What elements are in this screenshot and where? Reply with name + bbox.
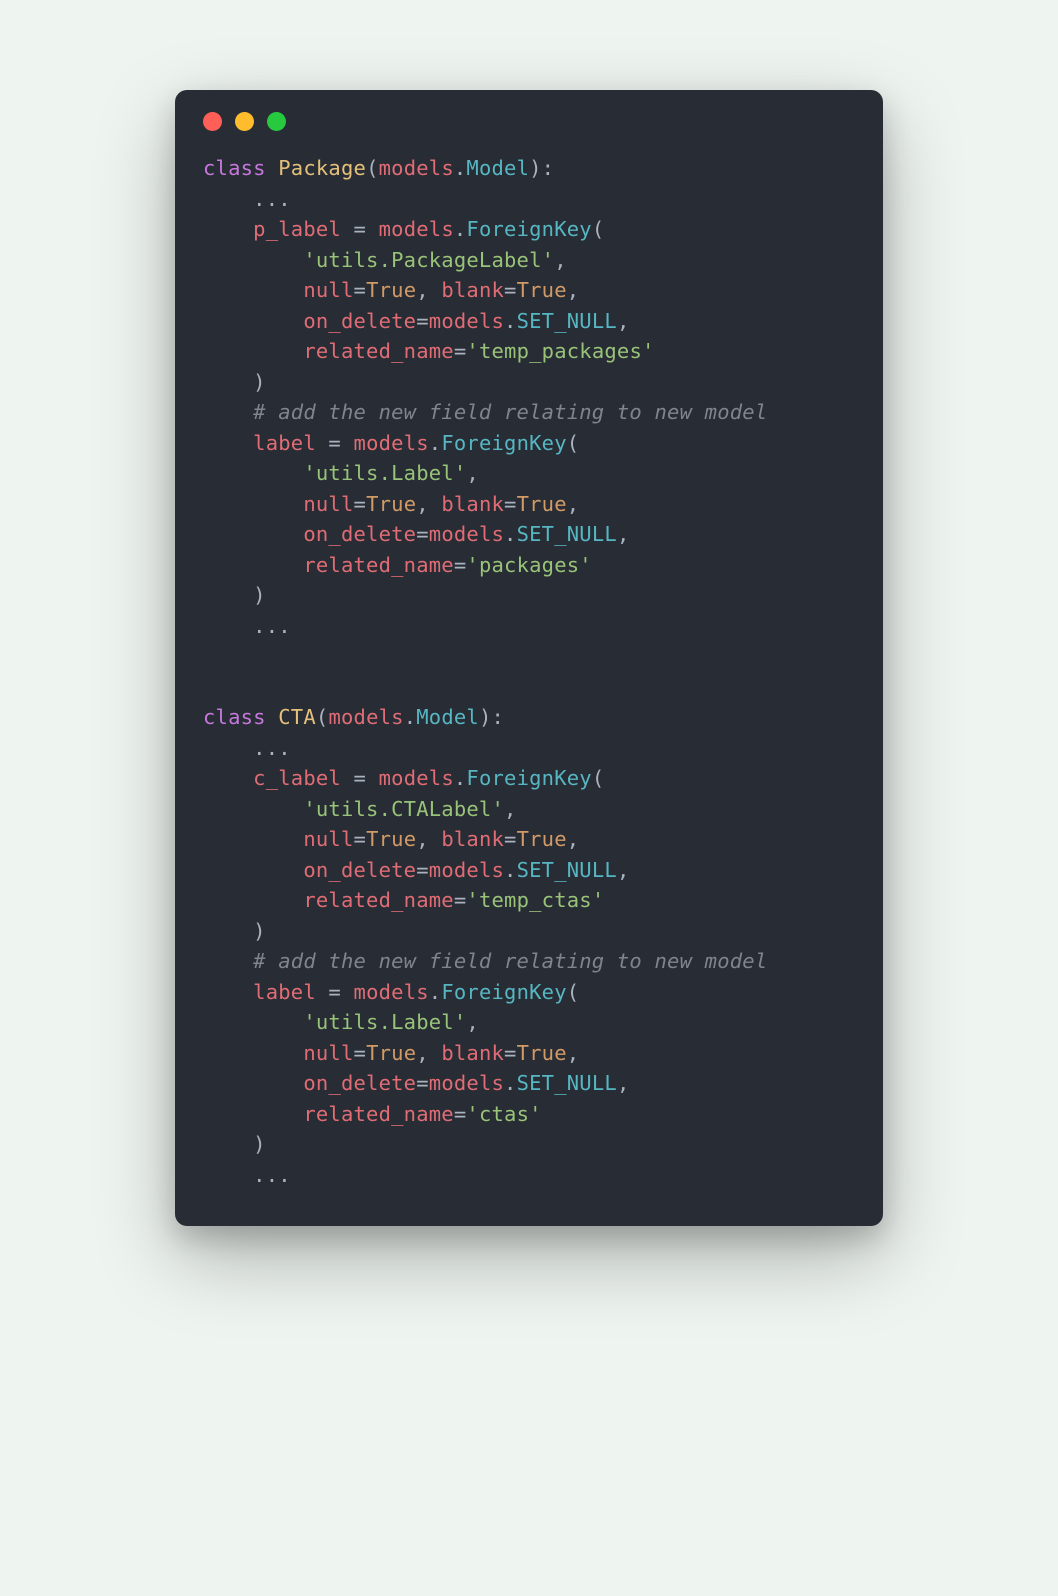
window-titlebar <box>175 90 883 137</box>
assign: = <box>341 217 379 241</box>
kwarg-on_delete: on_delete <box>303 309 416 333</box>
kwarg-related_name: related_name <box>303 339 454 363</box>
ellipsis: ... <box>253 187 291 211</box>
bool-true: True <box>366 278 416 302</box>
models-ref: models <box>379 766 454 790</box>
kwarg-null: null <box>303 827 353 851</box>
models-ref: models <box>354 431 429 455</box>
models-ref: models <box>328 705 403 729</box>
bool-true: True <box>517 1041 567 1065</box>
models-ref: models <box>429 522 504 546</box>
set-null: SET_NULL <box>517 858 617 882</box>
string-literal: 'temp_packages' <box>466 339 654 363</box>
kwarg-related_name: related_name <box>303 888 454 912</box>
model-attr: Model <box>466 156 529 180</box>
models-ref: models <box>379 217 454 241</box>
kwarg-null: null <box>303 492 353 516</box>
foreignkey-call: ForeignKey <box>466 766 591 790</box>
assign: = <box>316 980 354 1004</box>
string-literal: 'packages' <box>466 553 591 577</box>
kwarg-blank: blank <box>441 492 504 516</box>
bool-true: True <box>366 827 416 851</box>
kwarg-null: null <box>303 278 353 302</box>
ellipsis: ... <box>253 614 291 638</box>
kwarg-on_delete: on_delete <box>303 522 416 546</box>
keyword-class: class <box>203 156 266 180</box>
foreignkey-call: ForeignKey <box>441 980 566 1004</box>
string-literal: 'utils.PackageLabel' <box>303 248 554 272</box>
attr-label: label <box>253 980 316 1004</box>
bool-true: True <box>517 827 567 851</box>
set-null: SET_NULL <box>517 309 617 333</box>
bool-true: True <box>366 1041 416 1065</box>
bool-true: True <box>517 492 567 516</box>
kwarg-on_delete: on_delete <box>303 858 416 882</box>
kwarg-blank: blank <box>441 278 504 302</box>
models-ref: models <box>429 858 504 882</box>
bool-true: True <box>517 278 567 302</box>
bool-true: True <box>366 492 416 516</box>
class-name: CTA <box>278 705 316 729</box>
attr-c_label: c_label <box>253 766 341 790</box>
models-ref: models <box>429 1071 504 1095</box>
keyword-class: class <box>203 705 266 729</box>
attr-label: label <box>253 431 316 455</box>
minimize-icon[interactable] <box>235 112 254 131</box>
string-literal: 'utils.CTALabel' <box>303 797 504 821</box>
model-attr: Model <box>416 705 479 729</box>
code-window: class Package(models.Model): ... p_label… <box>175 90 883 1226</box>
models-ref: models <box>429 309 504 333</box>
zoom-icon[interactable] <box>267 112 286 131</box>
code-content: class Package(models.Model): ... p_label… <box>175 137 883 1226</box>
close-icon[interactable] <box>203 112 222 131</box>
string-literal: 'utils.Label' <box>303 461 466 485</box>
comment: # add the new field relating to new mode… <box>253 400 767 424</box>
ellipsis: ... <box>253 1163 291 1187</box>
class-name: Package <box>278 156 366 180</box>
set-null: SET_NULL <box>517 522 617 546</box>
assign: = <box>316 431 354 455</box>
kwarg-related_name: related_name <box>303 553 454 577</box>
models-ref: models <box>354 980 429 1004</box>
comment: # add the new field relating to new mode… <box>253 949 767 973</box>
models-ref: models <box>379 156 454 180</box>
assign: = <box>341 766 379 790</box>
kwarg-related_name: related_name <box>303 1102 454 1126</box>
kwarg-on_delete: on_delete <box>303 1071 416 1095</box>
string-literal: 'ctas' <box>466 1102 541 1126</box>
kwarg-blank: blank <box>441 1041 504 1065</box>
attr-p_label: p_label <box>253 217 341 241</box>
foreignkey-call: ForeignKey <box>441 431 566 455</box>
string-literal: 'utils.Label' <box>303 1010 466 1034</box>
foreignkey-call: ForeignKey <box>466 217 591 241</box>
string-literal: 'temp_ctas' <box>466 888 604 912</box>
set-null: SET_NULL <box>517 1071 617 1095</box>
kwarg-blank: blank <box>441 827 504 851</box>
kwarg-null: null <box>303 1041 353 1065</box>
ellipsis: ... <box>253 736 291 760</box>
